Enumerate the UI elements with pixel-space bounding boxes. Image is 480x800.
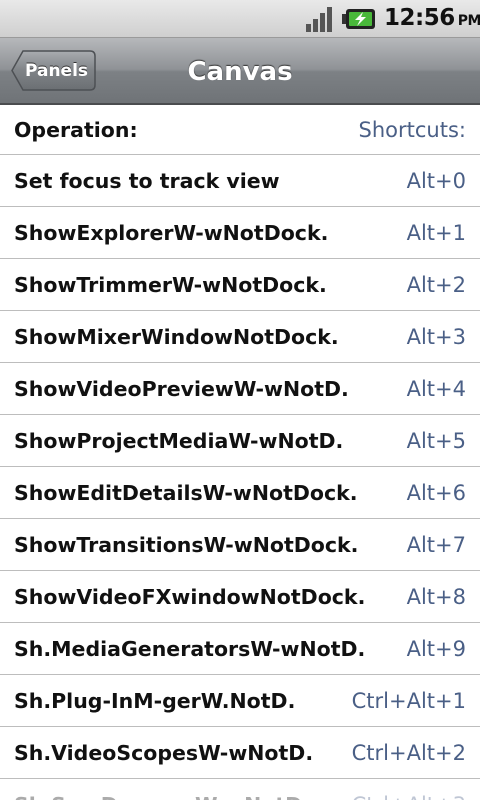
list-item[interactable]: ShowTrimmerW-wNotDock. Alt+2 [0, 259, 480, 311]
shortcut-label: Alt+8 [406, 584, 466, 609]
list-item[interactable]: Sh.Plug-InM-gerW.NotD. Ctrl+Alt+1 [0, 675, 480, 727]
operation-label: Set focus to track view [14, 168, 280, 193]
shortcut-label: Ctrl+Alt+3 [352, 779, 466, 800]
shortcut-label: Alt+7 [406, 532, 466, 557]
list-header: Operation: Shortcuts: [0, 105, 480, 155]
back-button-label: Panels [24, 60, 89, 81]
operation-label: Sh.SurrDomanyW-wNotD. [14, 779, 310, 800]
status-bar: 12:56 PM [0, 0, 480, 38]
shortcut-label: Alt+9 [406, 636, 466, 661]
list-item[interactable]: ShowVideoFXwindowNotDock. Alt+8 [0, 571, 480, 623]
shortcut-label: Alt+2 [406, 272, 466, 297]
operation-label: Sh.VideoScopesW-wNotD. [14, 740, 314, 765]
shortcuts-column-header: Shortcuts: [358, 117, 466, 142]
shortcut-label: Alt+5 [406, 428, 466, 453]
shortcut-label: Alt+6 [406, 480, 466, 505]
list-item[interactable]: ShowTransitionsW-wNotDock. Alt+7 [0, 519, 480, 571]
operation-label: ShowVideoFXwindowNotDock. [14, 584, 366, 609]
shortcut-label: Alt+4 [406, 376, 466, 401]
list-item[interactable]: Set focus to track view Alt+0 [0, 155, 480, 207]
list-item[interactable]: ShowEditDetailsW-wNotDock. Alt+6 [0, 467, 480, 519]
status-time-value: 12:56 [384, 5, 455, 31]
list-item[interactable]: ShowVideoPreviewW-wNotD. Alt+4 [0, 363, 480, 415]
shortcut-label: Alt+0 [406, 168, 466, 193]
operation-label: Sh.MediaGeneratorsW-wNotD. [14, 636, 366, 661]
navigation-bar: Panels Canvas [0, 38, 480, 105]
list-item[interactable]: ShowProjectMediaW-wNotD. Alt+5 [0, 415, 480, 467]
shortcut-label: Ctrl+Alt+1 [351, 688, 466, 713]
operation-label: Sh.Plug-InM-gerW.NotD. [14, 688, 296, 713]
list-item[interactable]: Sh.VideoScopesW-wNotD. Ctrl+Alt+2 [0, 727, 480, 779]
shortcut-list: Operation: Shortcuts: Set focus to track… [0, 105, 480, 800]
shortcut-label: Alt+3 [406, 324, 466, 349]
signal-strength-icon [306, 7, 332, 32]
status-time: 12:56 PM [384, 5, 480, 31]
battery-charging-icon [342, 9, 375, 29]
list-item[interactable]: Sh.MediaGeneratorsW-wNotD. Alt+9 [0, 623, 480, 675]
list-item[interactable]: Sh.SurrDomanyW-wNotD. Ctrl+Alt+3 [0, 779, 480, 800]
operation-column-header: Operation: [14, 117, 138, 142]
panels-back-button[interactable]: Panels [11, 50, 96, 91]
status-time-ampm: PM [457, 13, 480, 29]
operation-label: ShowTransitionsW-wNotDock. [14, 532, 359, 557]
operation-label: ShowMixerWindowNotDock. [14, 324, 339, 349]
list-item[interactable]: ShowExplorerW-wNotDock. Alt+1 [0, 207, 480, 259]
operation-label: ShowEditDetailsW-wNotDock. [14, 480, 358, 505]
shortcut-label: Ctrl+Alt+2 [351, 740, 466, 765]
shortcut-label: Alt+1 [406, 220, 466, 245]
operation-label: ShowVideoPreviewW-wNotD. [14, 376, 349, 401]
operation-label: ShowProjectMediaW-wNotD. [14, 428, 344, 453]
operation-label: ShowTrimmerW-wNotDock. [14, 272, 327, 297]
operation-label: ShowExplorerW-wNotDock. [14, 220, 329, 245]
list-item[interactable]: ShowMixerWindowNotDock. Alt+3 [0, 311, 480, 363]
